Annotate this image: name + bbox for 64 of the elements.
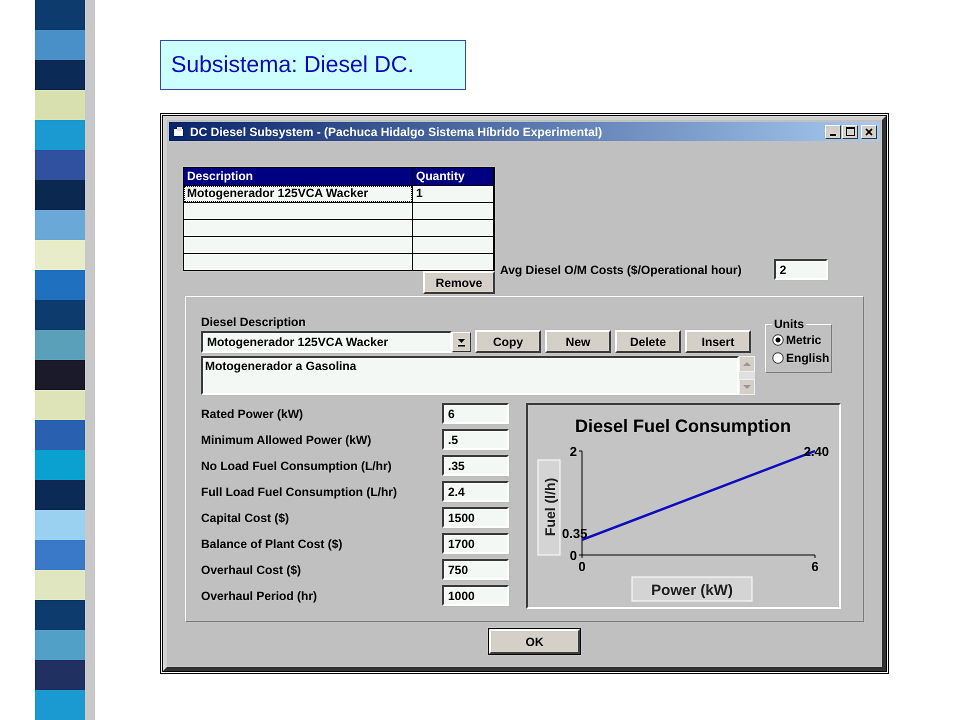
parameter-field[interactable]: 2.4	[442, 481, 509, 502]
down-arrow-icon	[457, 336, 466, 346]
parameter-field[interactable]: .35	[442, 455, 509, 476]
parameter-label: Overhaul Cost ($)	[201, 562, 302, 576]
parameter-field[interactable]: 1000	[442, 585, 509, 606]
parameter-label: Rated Power (kW)	[201, 406, 304, 420]
parameter-field[interactable]: .5	[442, 429, 509, 450]
table-cell[interactable]	[413, 237, 493, 253]
ok-button[interactable]: OK	[489, 629, 580, 654]
slide-title: Subsistema: Diesel DC.	[160, 40, 466, 90]
parameter-label: Capital Cost ($)	[201, 510, 290, 524]
table-cell[interactable]: Motogenerador 125VCA Wacker	[184, 186, 412, 202]
action-button[interactable]: Insert	[685, 330, 751, 353]
chart-title: Diesel Fuel Consumption	[574, 416, 792, 436]
remove-button[interactable]: Remove	[423, 271, 495, 294]
unit-radio[interactable]: Metric	[772, 331, 830, 349]
table-cell[interactable]	[413, 220, 493, 236]
om-costs-label: Avg Diesel O/M Costs ($/Operational hour)	[500, 263, 742, 277]
minimize-button[interactable]	[825, 124, 841, 138]
scrollbar[interactable]	[739, 356, 755, 395]
diesel-description-field[interactable]: Motogenerador 125VCA Wacker	[201, 330, 452, 352]
y-tick-label: 0	[570, 548, 577, 563]
table-cell[interactable]	[184, 254, 412, 270]
parameter-field[interactable]: 750	[442, 559, 509, 580]
table-cell[interactable]	[413, 254, 493, 270]
parameter-field[interactable]: 6	[442, 403, 509, 424]
maximize-button[interactable]	[842, 124, 858, 138]
parameter-label: No Load Fuel Consumption (L/hr)	[201, 458, 392, 472]
parameter-label: Balance of Plant Cost ($)	[201, 536, 342, 550]
dropdown-button[interactable]	[452, 332, 471, 352]
om-costs-field[interactable]: 2	[774, 259, 828, 280]
table-cell[interactable]	[184, 203, 412, 219]
x-axis-title: Power (kW)	[651, 582, 733, 599]
unit-radio[interactable]: English	[772, 349, 830, 367]
close-icon	[865, 128, 873, 136]
x-tick-label: 0	[578, 559, 586, 574]
parameter-label: Full Load Fuel Consumption (L/hr)	[201, 484, 397, 498]
units-title: Units	[773, 317, 805, 331]
y-tick-label: 2	[570, 444, 577, 459]
scroll-up-icon[interactable]	[739, 356, 755, 372]
maximize-icon	[846, 127, 854, 136]
action-button[interactable]: Copy	[475, 330, 541, 353]
parameter-label: Overhaul Period (hr)	[201, 588, 318, 602]
app-icon	[173, 126, 185, 138]
table-cell[interactable]: 1	[413, 186, 493, 202]
column-header: Quantity	[413, 168, 493, 185]
value-label: 2.40	[804, 444, 829, 459]
window-title: DC Diesel Subsystem - (Pachuca Hidalgo Sistema Híbrido Experimental)	[190, 124, 602, 138]
scroll-down-icon[interactable]	[739, 379, 755, 395]
notes-field[interactable]: Motogenerador a Gasolina	[201, 356, 739, 395]
table-cell[interactable]	[184, 220, 412, 236]
action-button[interactable]: Delete	[615, 330, 681, 353]
action-button[interactable]: New	[545, 330, 611, 353]
parameter-field[interactable]: 1500	[442, 507, 509, 528]
y-axis-title: Fuel (l/h)	[542, 478, 558, 536]
table-cell[interactable]	[184, 237, 412, 253]
close-button[interactable]	[861, 124, 877, 138]
parameter-field[interactable]: 1700	[442, 533, 509, 554]
column-header: Description	[184, 168, 412, 185]
minimize-icon	[830, 134, 836, 136]
diesel-description-label: Diesel Description	[201, 315, 307, 329]
x-tick-label: 6	[811, 559, 819, 574]
parameter-label: Minimum Allowed Power (kW)	[201, 432, 372, 446]
table-cell[interactable]	[413, 203, 493, 219]
